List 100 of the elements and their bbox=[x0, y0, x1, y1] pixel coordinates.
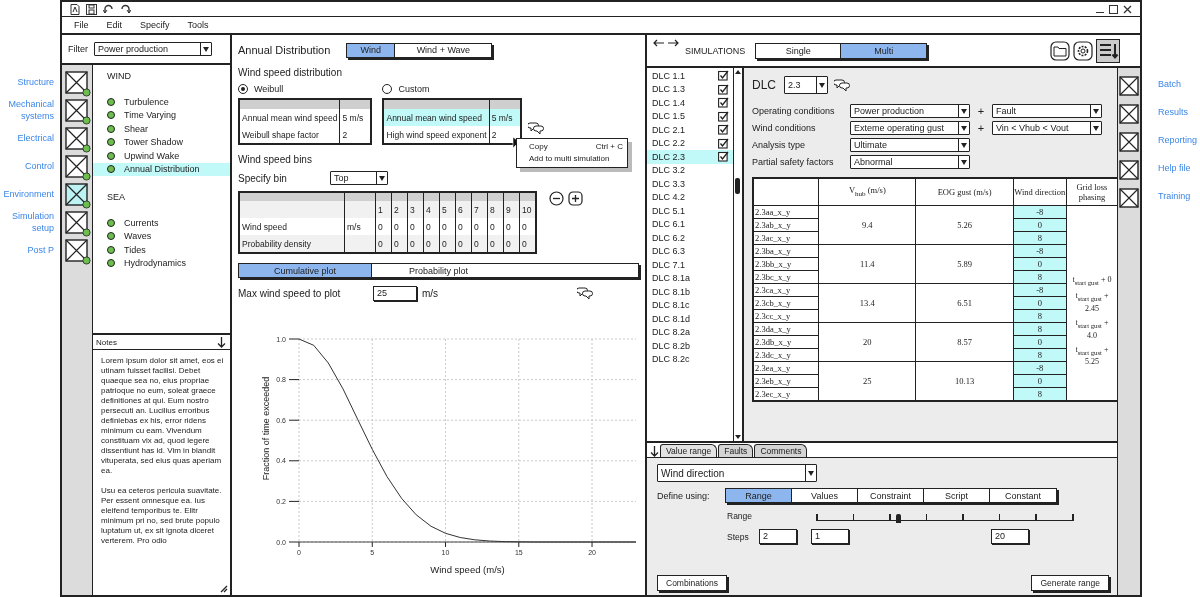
list-item[interactable]: DLC 6.1 bbox=[647, 217, 733, 231]
comment-icon[interactable] bbox=[577, 287, 593, 300]
checkbox[interactable] bbox=[718, 137, 729, 149]
input-field[interactable]: 2 bbox=[759, 529, 797, 544]
checkbox[interactable] bbox=[718, 70, 729, 82]
nav-link[interactable]: Mechanical systems bbox=[0, 96, 60, 124]
tree-item[interactable]: Currents bbox=[93, 216, 230, 230]
list-item[interactable]: DLC 2.1 bbox=[647, 123, 733, 137]
crossed-box-icon[interactable] bbox=[65, 71, 91, 97]
list-item[interactable]: DLC 7.1 bbox=[647, 258, 733, 272]
pdf-icon[interactable] bbox=[70, 3, 80, 15]
condition-dropdown[interactable]: Power production bbox=[850, 104, 970, 118]
checkbox[interactable] bbox=[718, 110, 729, 122]
maximize-icon[interactable] bbox=[1109, 4, 1118, 14]
range-slider[interactable] bbox=[817, 511, 1073, 521]
menu-item[interactable]: Tools bbox=[187, 20, 209, 30]
table-row[interactable]: Annual mean wind speed 5 m/s bbox=[239, 109, 372, 126]
tree-item[interactable]: Time Varying bbox=[93, 108, 230, 122]
nav-link[interactable]: Electrical bbox=[17, 124, 60, 152]
checkbox[interactable] bbox=[718, 151, 729, 163]
bin-dropdown[interactable]: Top bbox=[330, 171, 388, 185]
nav-link[interactable]: Batch bbox=[1158, 70, 1181, 98]
nav-link[interactable]: Simulation setup bbox=[0, 208, 60, 236]
list-item[interactable]: DLC 4.2 bbox=[647, 190, 733, 204]
nav-link[interactable]: Post P bbox=[27, 236, 60, 264]
list-item[interactable]: DLC 5.1 bbox=[647, 204, 733, 218]
back-arrow-icon[interactable] bbox=[653, 39, 664, 47]
tree-item[interactable]: Hydrodynamics bbox=[93, 256, 230, 270]
tree-item[interactable]: Annual Distribution bbox=[93, 162, 230, 176]
menu-item[interactable]: Edit bbox=[106, 20, 123, 30]
checkbox[interactable] bbox=[718, 124, 729, 136]
nav-link[interactable]: Results bbox=[1158, 98, 1188, 126]
table-row[interactable]: Weibull shape factor 2 bbox=[239, 126, 372, 144]
list-item[interactable]: DLC 1.1 bbox=[647, 69, 733, 83]
radio-button[interactable] bbox=[238, 84, 248, 94]
list-item[interactable]: DLC 2.2 bbox=[647, 136, 733, 150]
list-item[interactable]: DLC 1.3 bbox=[647, 82, 733, 96]
list-item[interactable]: DLC 3.2 bbox=[647, 163, 733, 177]
crossed-box-icon[interactable] bbox=[1119, 188, 1139, 208]
table-row[interactable]: Annual mean wind speed 5 m/s bbox=[383, 109, 521, 126]
tree-item[interactable]: Turbulence bbox=[93, 95, 230, 109]
checkbox[interactable] bbox=[718, 97, 729, 109]
list-item[interactable]: DLC 2.3 bbox=[647, 150, 733, 164]
save-icon[interactable] bbox=[86, 3, 97, 15]
list-item[interactable]: DLC 8.2a bbox=[647, 325, 733, 339]
list-item[interactable]: DLC 1.5 bbox=[647, 109, 733, 123]
menu-item[interactable]: Add to multi simulation bbox=[517, 153, 627, 165]
tab[interactable]: Faults bbox=[718, 444, 754, 457]
tab[interactable]: Comments bbox=[754, 444, 808, 457]
crossed-box-icon[interactable] bbox=[65, 127, 91, 153]
tab[interactable]: Value range bbox=[660, 444, 718, 457]
radio-button[interactable] bbox=[382, 84, 393, 94]
action-button[interactable]: Combinations bbox=[657, 575, 727, 591]
condition-dropdown[interactable]: Exteme operating gust bbox=[850, 121, 970, 135]
sort-list-icon[interactable] bbox=[1096, 38, 1120, 63]
close-icon[interactable] bbox=[1123, 4, 1132, 14]
list-item[interactable]: DLC 8.1d bbox=[647, 312, 733, 326]
tree-item[interactable]: Tower Shadow bbox=[93, 135, 230, 149]
slider-thumb[interactable] bbox=[896, 513, 902, 523]
input-field[interactable]: 20 bbox=[991, 529, 1029, 544]
nav-link[interactable]: Control bbox=[25, 152, 60, 180]
list-item[interactable]: DLC 8.1a bbox=[647, 271, 733, 285]
redo-icon[interactable] bbox=[120, 3, 131, 15]
list-item[interactable]: DLC 8.1c bbox=[647, 298, 733, 312]
list-item[interactable]: DLC 8.1b bbox=[647, 285, 733, 299]
minus-icon[interactable] bbox=[549, 191, 564, 206]
forward-arrow-icon[interactable] bbox=[668, 39, 679, 47]
crossed-box-icon[interactable] bbox=[65, 99, 91, 125]
input-field[interactable]: 25 bbox=[373, 286, 417, 301]
nav-link[interactable]: Reporting bbox=[1158, 126, 1198, 154]
tree-item[interactable]: Upwind Wake bbox=[93, 149, 230, 163]
condition-dropdown[interactable]: Fault bbox=[992, 104, 1102, 118]
tree-item[interactable]: Tides bbox=[93, 243, 230, 257]
nav-link[interactable]: Environment bbox=[3, 180, 60, 208]
resize-grip-icon[interactable] bbox=[220, 585, 228, 593]
undo-icon[interactable] bbox=[103, 3, 114, 15]
case-dropdown[interactable]: 2.3 bbox=[784, 76, 828, 94]
filter-dropdown[interactable]: Power production bbox=[94, 42, 212, 56]
crossed-box-icon[interactable] bbox=[1119, 160, 1139, 180]
folder-icon[interactable] bbox=[1050, 40, 1070, 61]
comment-icon[interactable] bbox=[528, 122, 544, 135]
tree-item[interactable]: Waves bbox=[93, 229, 230, 243]
crossed-box-icon[interactable] bbox=[1119, 76, 1139, 96]
crossed-box-icon[interactable] bbox=[65, 239, 91, 265]
list-item[interactable]: DLC 6.3 bbox=[647, 244, 733, 258]
nav-link[interactable]: Training bbox=[1158, 182, 1191, 210]
crossed-box-icon[interactable] bbox=[1119, 132, 1139, 152]
condition-dropdown[interactable]: Vin < Vhub < Vout bbox=[992, 121, 1102, 135]
list-item[interactable]: DLC 1.4 bbox=[647, 96, 733, 110]
condition-dropdown[interactable]: Ultimate bbox=[850, 138, 970, 152]
input-field[interactable]: 1 bbox=[811, 529, 849, 544]
crossed-box-icon[interactable] bbox=[65, 155, 91, 181]
segment-button[interactable]: Wind bbox=[347, 43, 396, 57]
comment-icon[interactable] bbox=[834, 78, 850, 92]
list-item[interactable]: DLC 3.3 bbox=[647, 177, 733, 191]
menu-item[interactable]: Copy Ctrl + C bbox=[517, 141, 627, 153]
list-item[interactable]: DLC 8.2c bbox=[647, 352, 733, 366]
checkbox[interactable] bbox=[718, 83, 729, 95]
crossed-box-icon[interactable] bbox=[65, 211, 91, 237]
parameter-dropdown[interactable]: Wind direction bbox=[657, 464, 817, 482]
